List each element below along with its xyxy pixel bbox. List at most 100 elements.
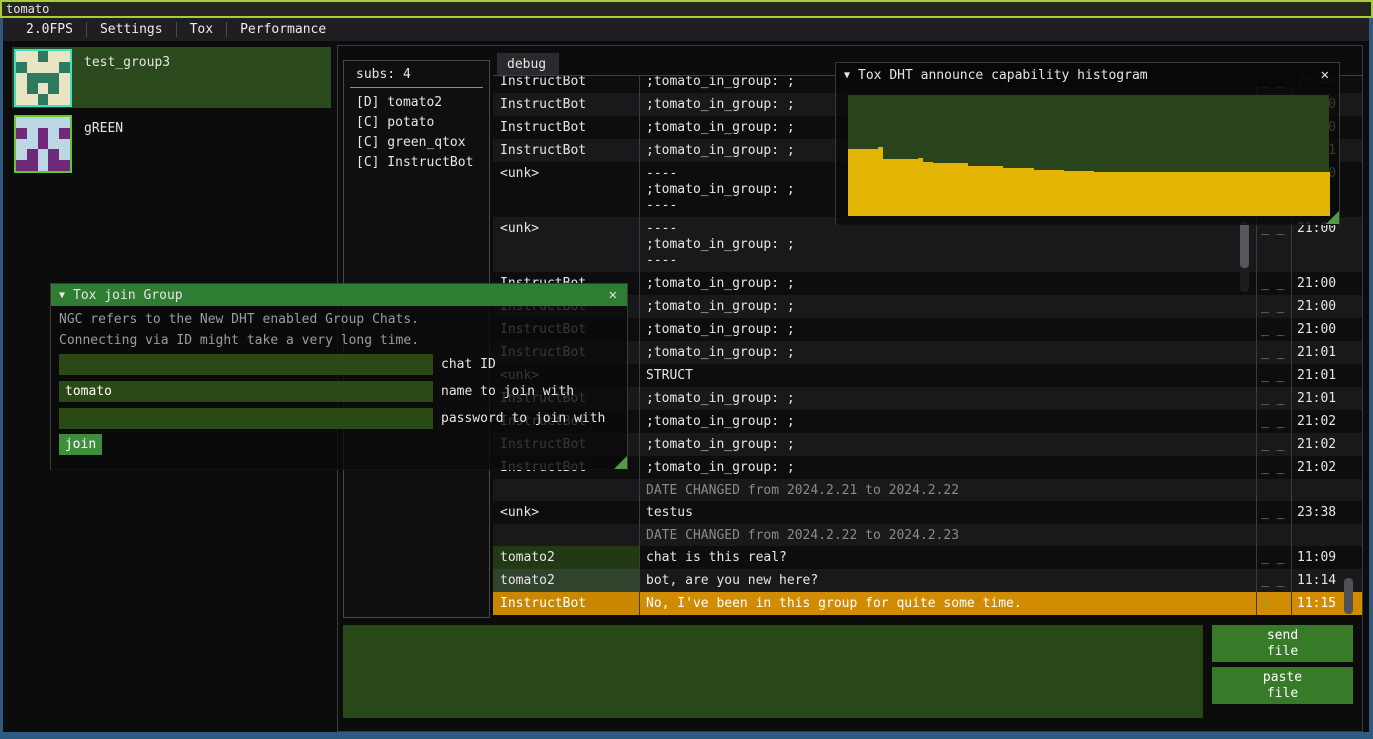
- resize-grip[interactable]: [614, 456, 627, 469]
- close-icon[interactable]: ✕: [1319, 67, 1331, 83]
- sender-name-cell: tomato2: [493, 569, 639, 592]
- date-changed-text: DATE CHANGED from 2024.2.21 to 2024.2.22: [639, 479, 1362, 501]
- message-status-cell: _ _: [1256, 387, 1291, 410]
- avatar-pixel: [27, 139, 38, 150]
- avatar-pixel: [27, 83, 38, 94]
- avatar-pixel: [16, 160, 27, 171]
- tab-debug[interactable]: debug: [497, 53, 559, 76]
- subs-member-item[interactable]: [C] potato: [344, 112, 489, 132]
- avatar-pixel: [38, 83, 49, 94]
- avatar-pixel: [27, 128, 38, 139]
- message-text-cell: ;tomato_in_group: ;: [639, 272, 1256, 295]
- chat-message-row: tomato2chat is this real?_ _11:09: [493, 546, 1362, 569]
- avatar-pixel: [38, 94, 49, 105]
- close-icon[interactable]: ✕: [607, 287, 619, 303]
- message-input[interactable]: [343, 625, 1203, 718]
- message-status-cell: _ _: [1256, 433, 1291, 456]
- join-button[interactable]: join: [59, 434, 102, 455]
- menu-item-settings[interactable]: Settings: [87, 18, 176, 41]
- avatar-pixel: [48, 160, 59, 171]
- paste-file-label-line1: paste: [1263, 670, 1302, 686]
- date-changed-text: DATE CHANGED from 2024.2.22 to 2024.2.23: [639, 524, 1362, 546]
- os-titlebar: tomato: [0, 0, 1373, 18]
- avatar-pixel: [59, 128, 70, 139]
- avatar-pixel: [16, 51, 27, 62]
- join-input-chat-ID[interactable]: [59, 354, 433, 375]
- join-input-password-to-join-with[interactable]: [59, 408, 433, 429]
- avatar-pixel: [48, 83, 59, 94]
- join-group-window-header[interactable]: ▼ Tox join Group ✕: [51, 284, 627, 306]
- paste-file-button[interactable]: paste file: [1212, 667, 1353, 704]
- subs-member-item[interactable]: [C] InstructBot: [344, 152, 489, 172]
- message-time-cell: 21:00: [1291, 272, 1362, 295]
- message-time-cell: 21:01: [1291, 341, 1362, 364]
- group-item-test_group3[interactable]: test_group3: [12, 47, 331, 108]
- avatar-pixel: [16, 83, 27, 94]
- sender-name-cell: <unk>: [493, 501, 639, 524]
- message-scrollbar-thumb[interactable]: [1240, 222, 1249, 268]
- sender-name-cell: InstructBot: [493, 116, 639, 139]
- avatar-pixel: [16, 73, 27, 84]
- avatar-pixel: [48, 51, 59, 62]
- sender-name-cell: InstructBot: [493, 93, 639, 116]
- sender-name-cell: InstructBot: [493, 76, 639, 93]
- send-file-button[interactable]: send file: [1212, 625, 1353, 662]
- avatar-pixel: [59, 51, 70, 62]
- message-time-cell: 21:00: [1291, 217, 1362, 272]
- avatar-pixel: [38, 117, 49, 128]
- avatar-pixel: [38, 128, 49, 139]
- subs-member-item[interactable]: [D] tomato2: [344, 92, 489, 112]
- chat-message-row: <unk>----;tomato_in_group: ;----_ _21:00: [493, 217, 1362, 272]
- avatar-pixel: [48, 139, 59, 150]
- group-item-gREEN[interactable]: gREEN: [12, 113, 331, 174]
- group-name-label: test_group3: [84, 55, 170, 70]
- table-scrollbar-thumb[interactable]: [1344, 578, 1353, 614]
- avatar-pixel: [27, 160, 38, 171]
- message-text-cell: ;tomato_in_group: ;: [639, 410, 1256, 433]
- resize-grip[interactable]: [1326, 211, 1339, 224]
- avatar-pixel: [59, 94, 70, 105]
- send-file-label-line1: send: [1267, 628, 1298, 644]
- date-changed-row: DATE CHANGED from 2024.2.21 to 2024.2.22: [493, 479, 1362, 501]
- date-changed-row: DATE CHANGED from 2024.2.22 to 2024.2.23: [493, 524, 1362, 546]
- collapse-arrow-icon[interactable]: ▼: [844, 70, 850, 81]
- avatar-pixel: [27, 94, 38, 105]
- message-status-cell: _ _: [1256, 272, 1291, 295]
- message-time-cell: 21:02: [1291, 410, 1362, 433]
- join-group-body: NGC refers to the New DHT enabled Group …: [51, 306, 627, 470]
- message-status-cell: _ _: [1256, 318, 1291, 341]
- message-status-cell: d _: [1256, 592, 1291, 615]
- message-time-cell: 21:00: [1291, 295, 1362, 318]
- menu-item-tox[interactable]: Tox: [177, 18, 226, 41]
- sender-name-cell: InstructBot: [493, 139, 639, 162]
- sender-name-cell: tomato2: [493, 546, 639, 569]
- avatar-pixel: [16, 94, 27, 105]
- collapse-arrow-icon[interactable]: ▼: [59, 290, 65, 301]
- join-description-line2: Connecting via ID might take a very long…: [59, 333, 419, 348]
- avatar-pixel: [16, 149, 27, 160]
- message-text-cell: STRUCT: [639, 364, 1256, 387]
- message-status-cell: _ _: [1256, 569, 1291, 592]
- join-input-name-to-join-with[interactable]: [59, 381, 433, 402]
- avatar-pixel: [38, 149, 49, 160]
- avatar-pixel: [38, 73, 49, 84]
- message-text-cell: ;tomato_in_group: ;: [639, 456, 1256, 479]
- avatar-pixel: [48, 73, 59, 84]
- dht-histogram-window-header[interactable]: ▼ Tox DHT announce capability histogram …: [836, 63, 1339, 87]
- group-avatar: [14, 49, 72, 107]
- menu-item-performance[interactable]: Performance: [227, 18, 339, 41]
- message-text-cell: ;tomato_in_group: ;: [639, 341, 1256, 364]
- message-text-cell: ----;tomato_in_group: ;----: [639, 217, 1256, 272]
- tab-label: debug: [507, 57, 546, 72]
- message-time-cell: 21:00: [1291, 318, 1362, 341]
- avatar-pixel: [48, 128, 59, 139]
- message-status-cell: _ _: [1256, 501, 1291, 524]
- subs-member-item[interactable]: [C] green_qtox: [344, 132, 489, 152]
- message-status-cell: _ _: [1256, 364, 1291, 387]
- message-text-cell: ;tomato_in_group: ;: [639, 387, 1256, 410]
- message-multiline-text: ----;tomato_in_group: ;----: [646, 221, 795, 269]
- avatar-pixel: [59, 83, 70, 94]
- avatar-pixel: [59, 117, 70, 128]
- message-text-cell: No, I've been in this group for quite so…: [639, 592, 1256, 615]
- avatar-pixel: [48, 117, 59, 128]
